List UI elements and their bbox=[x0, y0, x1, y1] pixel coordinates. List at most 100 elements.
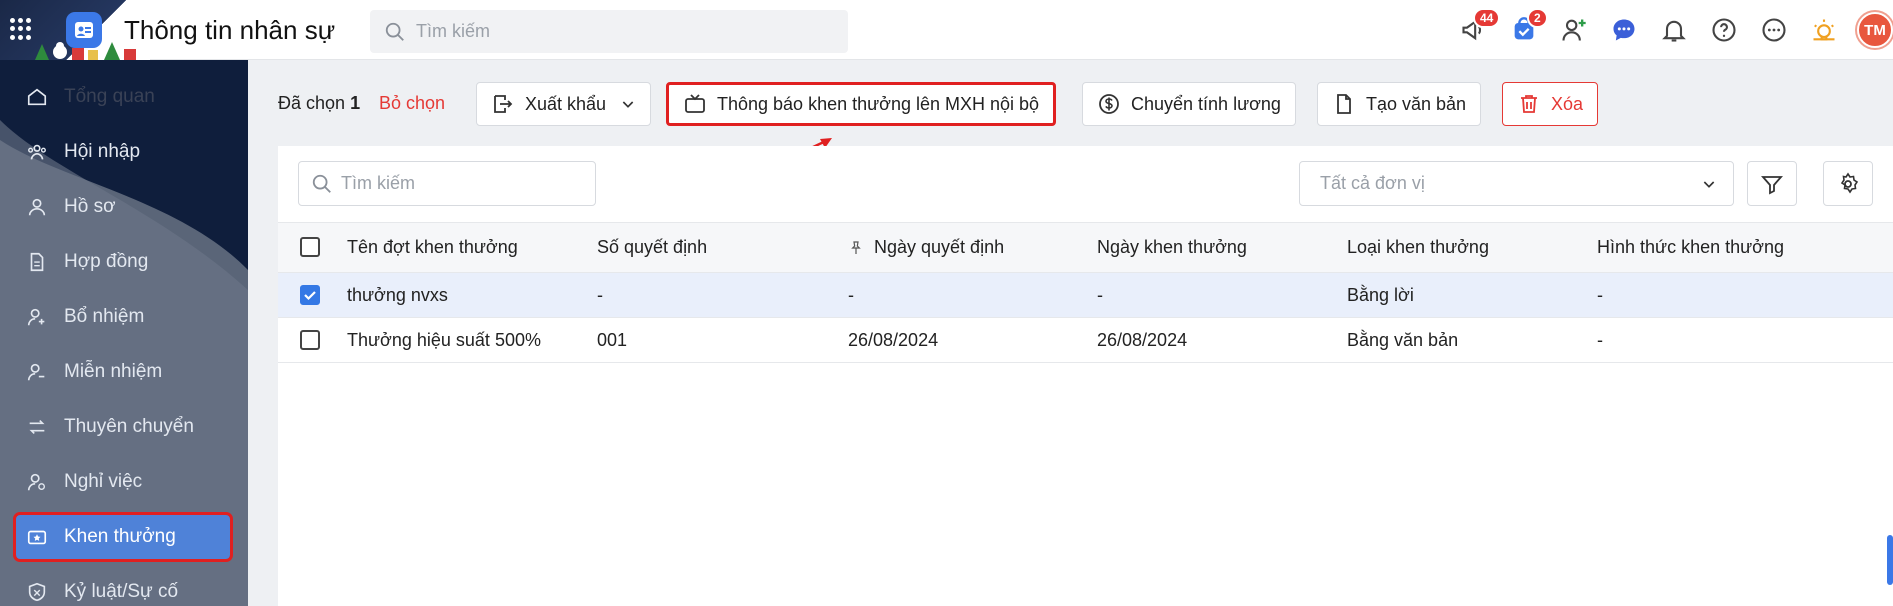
selection-info: Đã chọn 1 bbox=[278, 93, 360, 114]
help-icon bbox=[1712, 18, 1736, 42]
sidebar-item-label: Hồ sơ bbox=[64, 196, 116, 217]
chevron-down-icon bbox=[1703, 180, 1715, 188]
apps-grid-icon[interactable] bbox=[10, 18, 32, 40]
filter-button[interactable] bbox=[1747, 161, 1797, 206]
profile-icon bbox=[28, 198, 46, 216]
sidebar-item-discipline[interactable]: Kỷ luật/Sự cố bbox=[16, 570, 230, 606]
user-menu[interactable]: TM bbox=[1849, 0, 1893, 60]
export-label: Xuất khẩu bbox=[525, 93, 607, 114]
cell-reward-form: - bbox=[1597, 329, 1603, 350]
selected-count: 1 bbox=[350, 93, 361, 113]
notification-button[interactable] bbox=[1649, 0, 1699, 60]
cell-reward-date: 26/08/2024 bbox=[1097, 329, 1188, 350]
resign-icon bbox=[27, 473, 46, 491]
add-user-icon bbox=[1562, 19, 1586, 41]
sidebar-item-overview[interactable]: Tổng quan bbox=[16, 75, 230, 119]
sidebar: Tổng quan Hội nhập Hồ sơ Hợp đồng Bổ nhi… bbox=[0, 60, 248, 606]
app-logo[interactable] bbox=[66, 12, 102, 48]
row-checkbox[interactable] bbox=[300, 285, 320, 305]
discipline-icon bbox=[28, 582, 46, 602]
help-button[interactable] bbox=[1699, 0, 1749, 60]
cell-reward-form: - bbox=[1597, 284, 1603, 305]
search-icon bbox=[385, 22, 404, 41]
cart-badge: 2 bbox=[1527, 8, 1548, 28]
search-icon bbox=[312, 174, 331, 193]
cart-button[interactable]: 2 bbox=[1499, 0, 1549, 60]
table-row[interactable]: thưởng nvxs - - - Bằng lời - bbox=[278, 273, 1893, 318]
create-document-button[interactable]: Tạo văn bản bbox=[1317, 82, 1482, 126]
unit-select[interactable]: Tất cả đơn vị bbox=[1299, 161, 1734, 206]
search-placeholder: Tìm kiếm bbox=[341, 173, 415, 193]
select-all-checkbox[interactable] bbox=[300, 237, 320, 257]
cell-decision-date: 26/08/2024 bbox=[848, 329, 939, 350]
avatar: TM bbox=[1857, 12, 1893, 48]
reward-icon bbox=[27, 530, 47, 545]
payroll-transfer-button[interactable]: Chuyển tính lương bbox=[1082, 82, 1296, 126]
column-header[interactable]: Ngày khen thưởng bbox=[1097, 223, 1247, 272]
check-icon bbox=[304, 291, 316, 301]
add-user-button[interactable] bbox=[1549, 0, 1599, 60]
sidebar-item-appointment[interactable]: Bổ nhiệm bbox=[16, 295, 230, 339]
cell-decision-date: - bbox=[848, 284, 854, 305]
cell-reward-type: Bằng lời bbox=[1347, 284, 1414, 305]
delete-label: Xóa bbox=[1551, 93, 1584, 114]
export-icon bbox=[494, 95, 513, 113]
settings-button[interactable] bbox=[1823, 161, 1873, 206]
transfer-icon bbox=[29, 419, 45, 435]
sidebar-item-label: Hội nhập bbox=[64, 141, 141, 162]
top-icons: 44 2 TM bbox=[1449, 0, 1893, 60]
cell-reward-name[interactable]: thưởng nvxs bbox=[347, 273, 448, 317]
selected-label: Đã chọn bbox=[278, 93, 346, 113]
global-search-input[interactable]: Tìm kiếm bbox=[370, 10, 848, 53]
sidebar-item-label: Miễn nhiệm bbox=[64, 361, 163, 382]
more-button[interactable] bbox=[1749, 0, 1799, 60]
column-header[interactable]: Hình thức khen thưởng bbox=[1597, 223, 1784, 272]
column-header[interactable]: Loại khen thưởng bbox=[1347, 223, 1489, 272]
pin-icon[interactable] bbox=[848, 240, 864, 256]
table-search-input[interactable]: Tìm kiếm bbox=[298, 161, 596, 206]
contract-icon bbox=[30, 252, 44, 272]
reward-table-card: Tìm kiếm Tất cả đơn vị Tên đợt khen thưở… bbox=[278, 146, 1893, 606]
announcement-button[interactable]: 44 bbox=[1449, 0, 1501, 60]
table-row[interactable]: Thưởng hiệu suất 500% 001 26/08/2024 26/… bbox=[278, 318, 1893, 363]
idea-button[interactable] bbox=[1799, 0, 1849, 60]
sidebar-item-label: Nghỉ việc bbox=[64, 471, 143, 492]
document-icon bbox=[1337, 94, 1351, 114]
dismiss-icon bbox=[27, 363, 45, 381]
sidebar-item-dismissal[interactable]: Miễn nhiệm bbox=[16, 350, 230, 394]
sidebar-item-label: Hợp đồng bbox=[64, 251, 149, 272]
idea-icon bbox=[1813, 19, 1835, 41]
sidebar-item-onboarding[interactable]: Hội nhập bbox=[16, 130, 230, 174]
sidebar-item-label: Khen thưởng bbox=[64, 526, 176, 547]
sidebar-item-contract[interactable]: Hợp đồng bbox=[16, 240, 230, 284]
filter-icon bbox=[1761, 175, 1783, 194]
more-icon bbox=[1762, 18, 1786, 42]
page-title: Thông tin nhân sự bbox=[124, 15, 336, 45]
export-button[interactable]: Xuất khẩu bbox=[476, 82, 652, 126]
deselect-link[interactable]: Bỏ chọn bbox=[379, 93, 445, 114]
delete-button[interactable]: Xóa bbox=[1502, 82, 1599, 126]
sidebar-item-label: Bổ nhiệm bbox=[64, 306, 145, 327]
column-header[interactable]: Ngày quyết định bbox=[848, 223, 1004, 272]
row-checkbox[interactable] bbox=[300, 330, 320, 350]
column-header[interactable]: Tên đợt khen thưởng bbox=[347, 223, 518, 272]
notify-social-button[interactable]: Thông báo khen thưởng lên MXH nội bộ bbox=[666, 82, 1057, 126]
cell-reward-name[interactable]: Thưởng hiệu suất 500% bbox=[347, 318, 541, 362]
cell-reward-type: Bằng văn bản bbox=[1347, 329, 1459, 350]
sidebar-item-reward[interactable]: Khen thưởng bbox=[13, 512, 233, 562]
column-header[interactable]: Số quyết định bbox=[597, 223, 707, 272]
trash-icon bbox=[1521, 95, 1537, 113]
dollar-circle-icon bbox=[1099, 94, 1119, 114]
top-bar: Thông tin nhân sự Tìm kiếm 44 2 TM bbox=[0, 0, 1893, 60]
announcement-badge: 44 bbox=[1473, 8, 1501, 28]
unit-select-placeholder: Tất cả đơn vị bbox=[1320, 173, 1425, 193]
cell-decision-number: 001 bbox=[597, 329, 628, 350]
sidebar-item-transfer[interactable]: Thuyên chuyển bbox=[16, 405, 230, 449]
search-placeholder: Tìm kiếm bbox=[416, 21, 490, 41]
sidebar-item-label: Thuyên chuyển bbox=[64, 416, 194, 437]
sidebar-item-resignation[interactable]: Nghỉ việc bbox=[16, 460, 230, 504]
sidebar-item-profile[interactable]: Hồ sơ bbox=[16, 185, 230, 229]
column-header-label: Ngày quyết định bbox=[874, 237, 1005, 257]
scrollbar-thumb[interactable] bbox=[1887, 535, 1893, 585]
chat-button[interactable] bbox=[1599, 0, 1649, 60]
